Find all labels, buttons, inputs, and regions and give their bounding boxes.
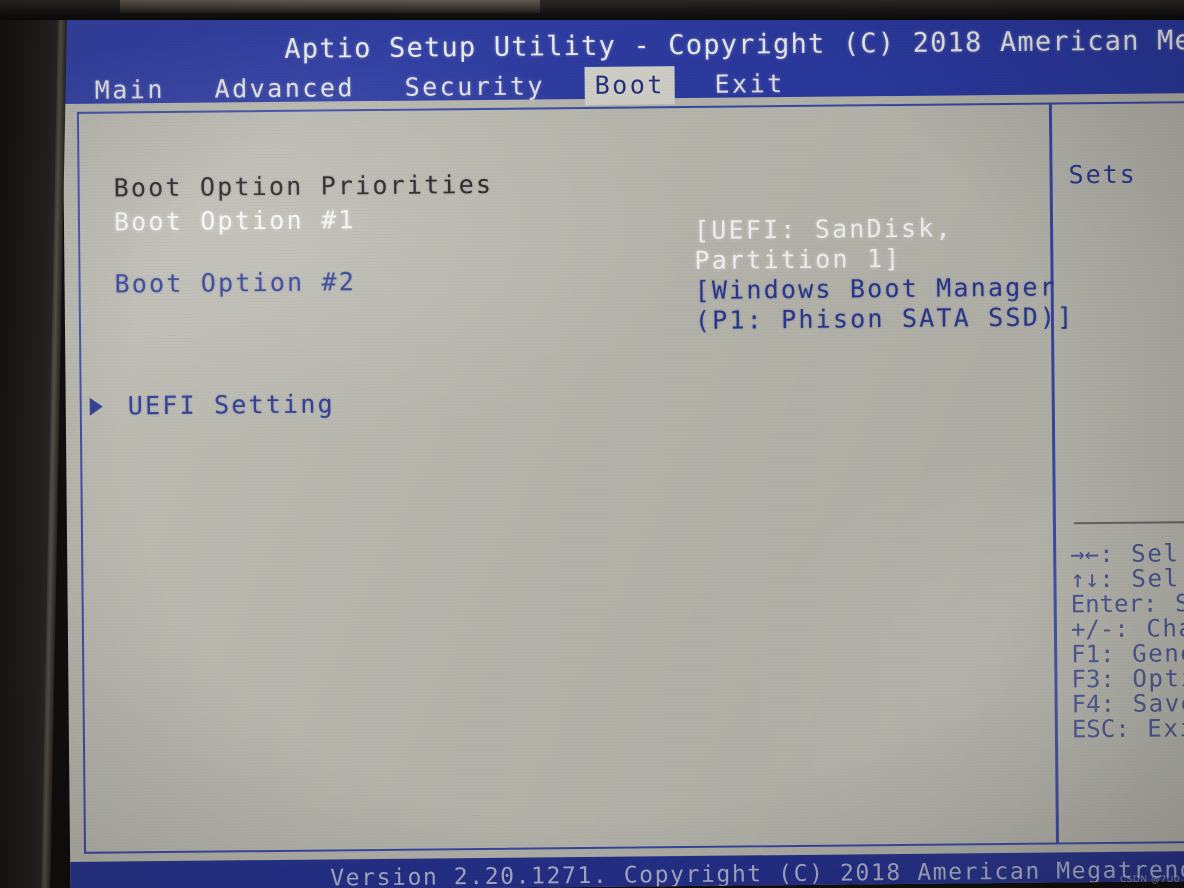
key-legend-item-f4: F4: Save	[1071, 689, 1184, 719]
boot-option-1-value-line1[interactable]: [UEFI: SanDisk,	[694, 213, 953, 244]
boot-option-1-label[interactable]: Boot Option #1	[114, 205, 356, 236]
submenu-arrow-icon	[89, 397, 103, 416]
uefi-setting-label[interactable]: UEFI Setting	[128, 389, 335, 420]
key-legend-text: : Exit	[1115, 713, 1184, 743]
f3-key-icon: F3	[1071, 665, 1101, 694]
photo-watermark: CSDN @7U0	[1119, 875, 1180, 885]
help-divider	[1073, 520, 1184, 525]
key-legend-item-change-opt: +/-: Cha	[1071, 614, 1184, 643]
key-legend-item-select-item: ↑↓: Sel	[1070, 564, 1184, 594]
key-legend-item-f1: F1: Gene	[1071, 639, 1184, 669]
page-title: Aptio Setup Utility - Copyright (C) 2018…	[284, 24, 1184, 65]
section-title-boot-option-priorities: Boot Option Priorities	[113, 169, 494, 203]
tab-main[interactable]: Main	[85, 71, 176, 110]
key-legend-item-esc: ESC: Exit	[1071, 713, 1184, 744]
help-description: Sets	[1068, 159, 1137, 190]
tab-security[interactable]: Security	[394, 67, 555, 107]
arrow-up-down-icon: ↑↓	[1070, 565, 1100, 594]
boot-option-2-label[interactable]: Boot Option #2	[114, 267, 356, 298]
uefi-setting-submenu-row[interactable]: UEFI Setting	[80, 383, 1052, 422]
tab-boot[interactable]: Boot	[584, 66, 676, 105]
key-legend-item-select-screen: →←: Sel	[1070, 539, 1184, 569]
boot-settings-panel: Boot Option Priorities Boot Option #1 [U…	[77, 103, 1075, 854]
f4-key-icon: F4	[1071, 690, 1101, 719]
boot-option-2-value-line2[interactable]: (P1: Phison SATA SSD)]	[695, 302, 1075, 335]
help-sidebar: Sets →←: Sel ↑↓: Sel Enter: S +/-: Cha F…	[1052, 101, 1184, 844]
key-legend-item-enter: Enter: S	[1071, 589, 1184, 618]
f1-key-icon: F1	[1071, 640, 1101, 669]
bios-screen: Aptio Setup Utility - Copyright (C) 2018…	[62, 5, 1184, 888]
bezel-top-reflection	[120, 0, 540, 13]
boot-option-2-value-line1[interactable]: [Windows Boot Manager	[695, 272, 1058, 304]
key-legend: →←: Sel ↑↓: Sel Enter: S +/-: Cha F1: Ge…	[1070, 539, 1184, 744]
tab-exit[interactable]: Exit	[704, 65, 795, 104]
boot-option-1-value-line2[interactable]: Partition 1]	[694, 244, 901, 275]
esc-key-icon: ESC	[1071, 714, 1116, 744]
tab-advanced[interactable]: Advanced	[204, 69, 365, 109]
bios-photo: Aptio Setup Utility - Copyright (C) 2018…	[0, 0, 1184, 888]
arrow-left-right-icon: →←	[1070, 540, 1100, 569]
key-legend-item-f3: F3: Opti	[1071, 664, 1184, 694]
